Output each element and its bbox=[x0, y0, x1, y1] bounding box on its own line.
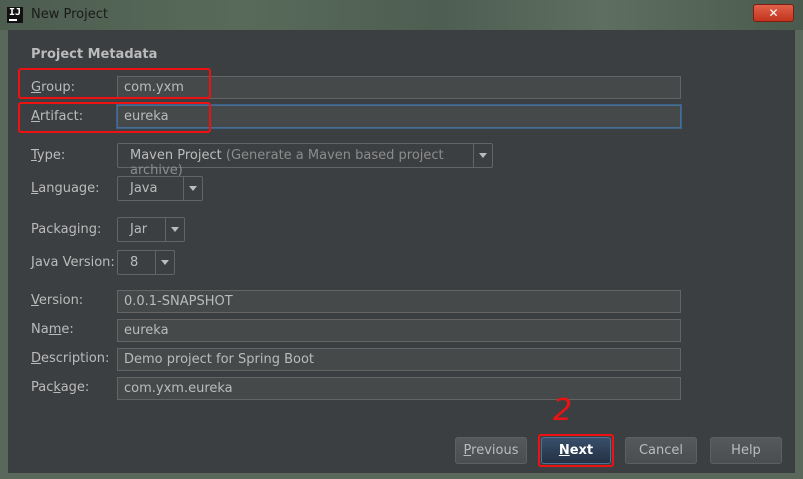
intellij-icon: IJ bbox=[7, 7, 23, 23]
next-button[interactable]: Next bbox=[541, 437, 611, 464]
previous-button[interactable]: Previous bbox=[455, 437, 527, 464]
cancel-button[interactable]: Cancel bbox=[625, 437, 697, 464]
name-label: Name: bbox=[31, 322, 74, 337]
window-title: New Project bbox=[31, 7, 108, 22]
chevron-down-icon[interactable] bbox=[183, 177, 202, 200]
close-button[interactable]: ✕ bbox=[753, 4, 794, 22]
annotation-number: 2 bbox=[553, 393, 573, 428]
section-title: Project Metadata bbox=[31, 47, 158, 62]
highlight-box-artifact bbox=[18, 102, 211, 133]
window-frame-right bbox=[795, 30, 803, 479]
package-label: Package: bbox=[31, 380, 90, 395]
java-version-dropdown[interactable]: 8 bbox=[117, 250, 175, 275]
name-field[interactable]: eureka bbox=[117, 319, 681, 342]
window-frame-left bbox=[0, 30, 8, 479]
chevron-down-icon[interactable] bbox=[473, 144, 492, 167]
java-version-label: Java Version: bbox=[31, 255, 115, 270]
type-label: Type: bbox=[31, 148, 66, 163]
packaging-label: Packaging: bbox=[31, 222, 102, 237]
chevron-down-icon[interactable] bbox=[165, 218, 184, 241]
help-button[interactable]: Help bbox=[710, 437, 782, 464]
package-field[interactable]: com.yxm.eureka bbox=[117, 377, 681, 400]
window-frame-bottom bbox=[0, 473, 803, 479]
type-dropdown[interactable]: Maven Project (Generate a Maven based pr… bbox=[117, 143, 493, 178]
description-label: Description: bbox=[31, 351, 110, 366]
title-bar: IJ New Project ✕ bbox=[0, 0, 803, 31]
language-label: Language: bbox=[31, 181, 100, 196]
language-dropdown[interactable]: Java bbox=[117, 176, 203, 201]
highlight-box-group bbox=[18, 68, 211, 99]
version-field[interactable]: 0.0.1-SNAPSHOT bbox=[117, 290, 681, 313]
description-field[interactable]: Demo project for Spring Boot bbox=[117, 348, 681, 371]
chevron-down-icon[interactable] bbox=[155, 251, 174, 274]
version-label: Version: bbox=[31, 293, 84, 308]
packaging-dropdown[interactable]: Jar bbox=[117, 217, 185, 242]
